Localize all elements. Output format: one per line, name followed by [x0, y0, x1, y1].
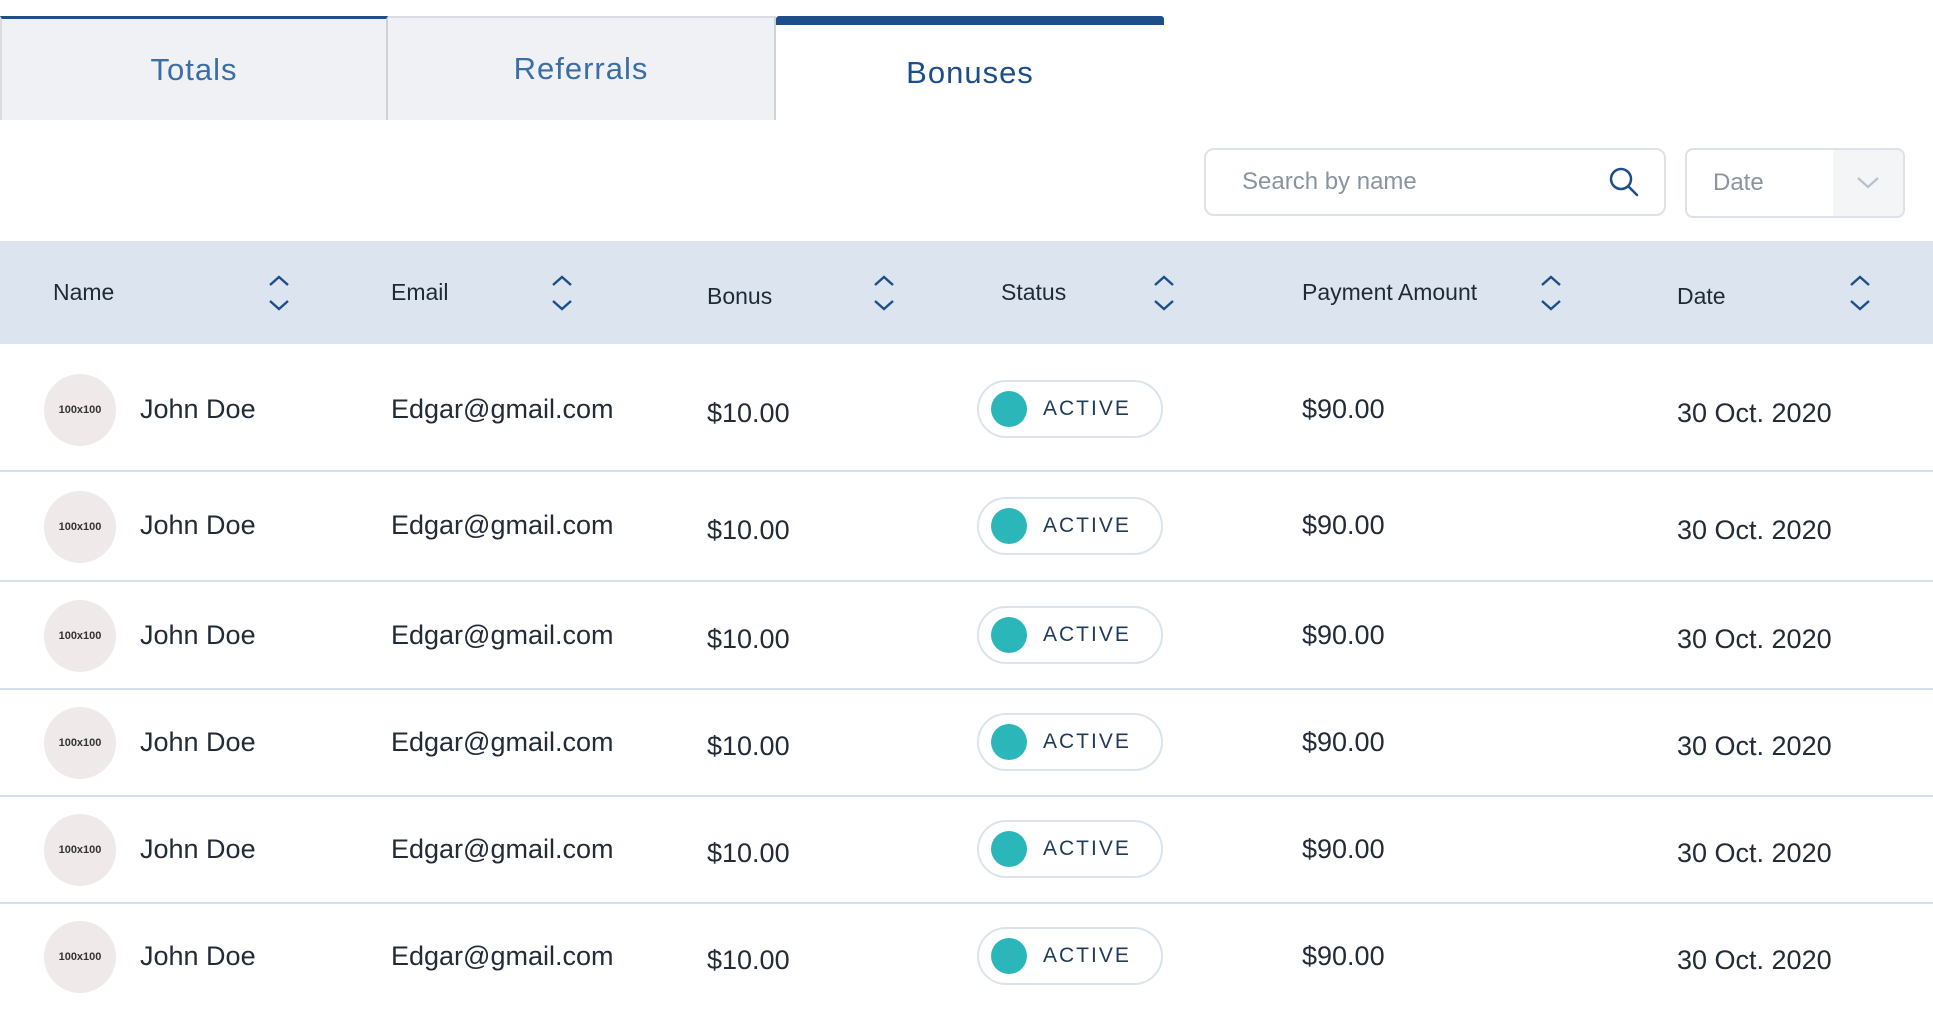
search-icon[interactable]: [1608, 166, 1640, 198]
status-label: ACTIVE: [1043, 514, 1131, 537]
table-row[interactable]: 100x100 John Doe Edgar@gmail.com $10.00 …: [0, 582, 1933, 690]
status-dot-icon: [991, 831, 1027, 867]
status-label: ACTIVE: [1043, 944, 1131, 967]
avatar: 100x100: [44, 491, 116, 563]
row-bonus: $10.00: [707, 515, 790, 545]
sort-icon[interactable]: [266, 271, 292, 315]
avatar: 100x100: [44, 600, 116, 672]
date-filter-select[interactable]: Date: [1685, 148, 1905, 218]
row-email: Edgar@gmail.com: [391, 620, 614, 650]
row-date: 30 Oct. 2020: [1677, 945, 1832, 975]
tab-bonuses[interactable]: Bonuses: [776, 16, 1164, 120]
status-dot-icon: [991, 724, 1027, 760]
row-date: 30 Oct. 2020: [1677, 515, 1832, 545]
status-badge: ACTIVE: [977, 713, 1163, 771]
column-header-email: Email: [391, 279, 449, 305]
row-bonus: $10.00: [707, 945, 790, 975]
chevron-down-icon[interactable]: [1833, 150, 1903, 216]
column-header-payment-amount: Payment Amount: [1302, 279, 1478, 305]
row-payment-amount: $90.00: [1302, 834, 1385, 864]
row-date: 30 Oct. 2020: [1677, 624, 1832, 654]
column-header-name: Name: [53, 279, 115, 305]
row-bonus: $10.00: [707, 398, 790, 428]
row-payment-amount: $90.00: [1302, 941, 1385, 971]
row-date: 30 Oct. 2020: [1677, 398, 1832, 428]
sort-icon[interactable]: [871, 271, 897, 315]
table-row[interactable]: 100x100 John Doe Edgar@gmail.com $10.00 …: [0, 344, 1933, 472]
row-payment-amount: $90.00: [1302, 394, 1385, 424]
row-bonus: $10.00: [707, 731, 790, 761]
row-payment-amount: $90.00: [1302, 510, 1385, 540]
avatar: 100x100: [44, 814, 116, 886]
sort-icon[interactable]: [1538, 271, 1564, 315]
search-input[interactable]: [1240, 167, 1608, 197]
avatar: 100x100: [44, 374, 116, 446]
row-email: Edgar@gmail.com: [391, 941, 614, 971]
avatar: 100x100: [44, 707, 116, 779]
status-label: ACTIVE: [1043, 837, 1131, 860]
status-badge: ACTIVE: [977, 820, 1163, 878]
row-name: John Doe: [140, 941, 256, 971]
date-filter-value: Date: [1713, 169, 1764, 196]
bonuses-page: Totals Referrals Bonuses Date Name Email: [0, 0, 1933, 1025]
status-dot-icon: [991, 617, 1027, 653]
status-dot-icon: [991, 508, 1027, 544]
table-row[interactable]: 100x100 John Doe Edgar@gmail.com $10.00 …: [0, 472, 1933, 582]
status-badge: ACTIVE: [977, 927, 1163, 985]
tab-totals[interactable]: Totals: [0, 16, 388, 120]
row-name: John Doe: [140, 834, 256, 864]
table-row[interactable]: 100x100 John Doe Edgar@gmail.com $10.00 …: [0, 904, 1933, 1014]
table-header: Name Email Bonus Status Payment Amount D…: [0, 241, 1933, 344]
avatar: 100x100: [44, 921, 116, 993]
row-payment-amount: $90.00: [1302, 727, 1385, 757]
row-payment-amount: $90.00: [1302, 620, 1385, 650]
row-email: Edgar@gmail.com: [391, 510, 614, 540]
row-bonus: $10.00: [707, 624, 790, 654]
row-name: John Doe: [140, 510, 256, 540]
tab-bar: Totals Referrals Bonuses: [0, 16, 1164, 120]
column-header-bonus: Bonus: [707, 283, 773, 309]
column-header-status: Status: [1001, 279, 1067, 305]
row-name: John Doe: [140, 727, 256, 757]
row-name: John Doe: [140, 620, 256, 650]
row-name: John Doe: [140, 394, 256, 424]
row-email: Edgar@gmail.com: [391, 834, 614, 864]
status-label: ACTIVE: [1043, 730, 1131, 753]
sort-icon[interactable]: [549, 271, 575, 315]
row-email: Edgar@gmail.com: [391, 394, 614, 424]
column-header-date: Date: [1677, 283, 1726, 309]
status-label: ACTIVE: [1043, 397, 1131, 420]
sort-icon[interactable]: [1151, 271, 1177, 315]
status-badge: ACTIVE: [977, 380, 1163, 438]
row-date: 30 Oct. 2020: [1677, 838, 1832, 868]
status-dot-icon: [991, 938, 1027, 974]
search-box: [1204, 148, 1666, 216]
status-badge: ACTIVE: [977, 497, 1163, 555]
row-date: 30 Oct. 2020: [1677, 731, 1832, 761]
row-email: Edgar@gmail.com: [391, 727, 614, 757]
tab-referrals[interactable]: Referrals: [388, 16, 776, 120]
row-bonus: $10.00: [707, 838, 790, 868]
status-badge: ACTIVE: [977, 606, 1163, 664]
status-dot-icon: [991, 391, 1027, 427]
table-row[interactable]: 100x100 John Doe Edgar@gmail.com $10.00 …: [0, 797, 1933, 904]
table-row[interactable]: 100x100 John Doe Edgar@gmail.com $10.00 …: [0, 690, 1933, 797]
sort-icon[interactable]: [1847, 271, 1873, 315]
status-label: ACTIVE: [1043, 623, 1131, 646]
